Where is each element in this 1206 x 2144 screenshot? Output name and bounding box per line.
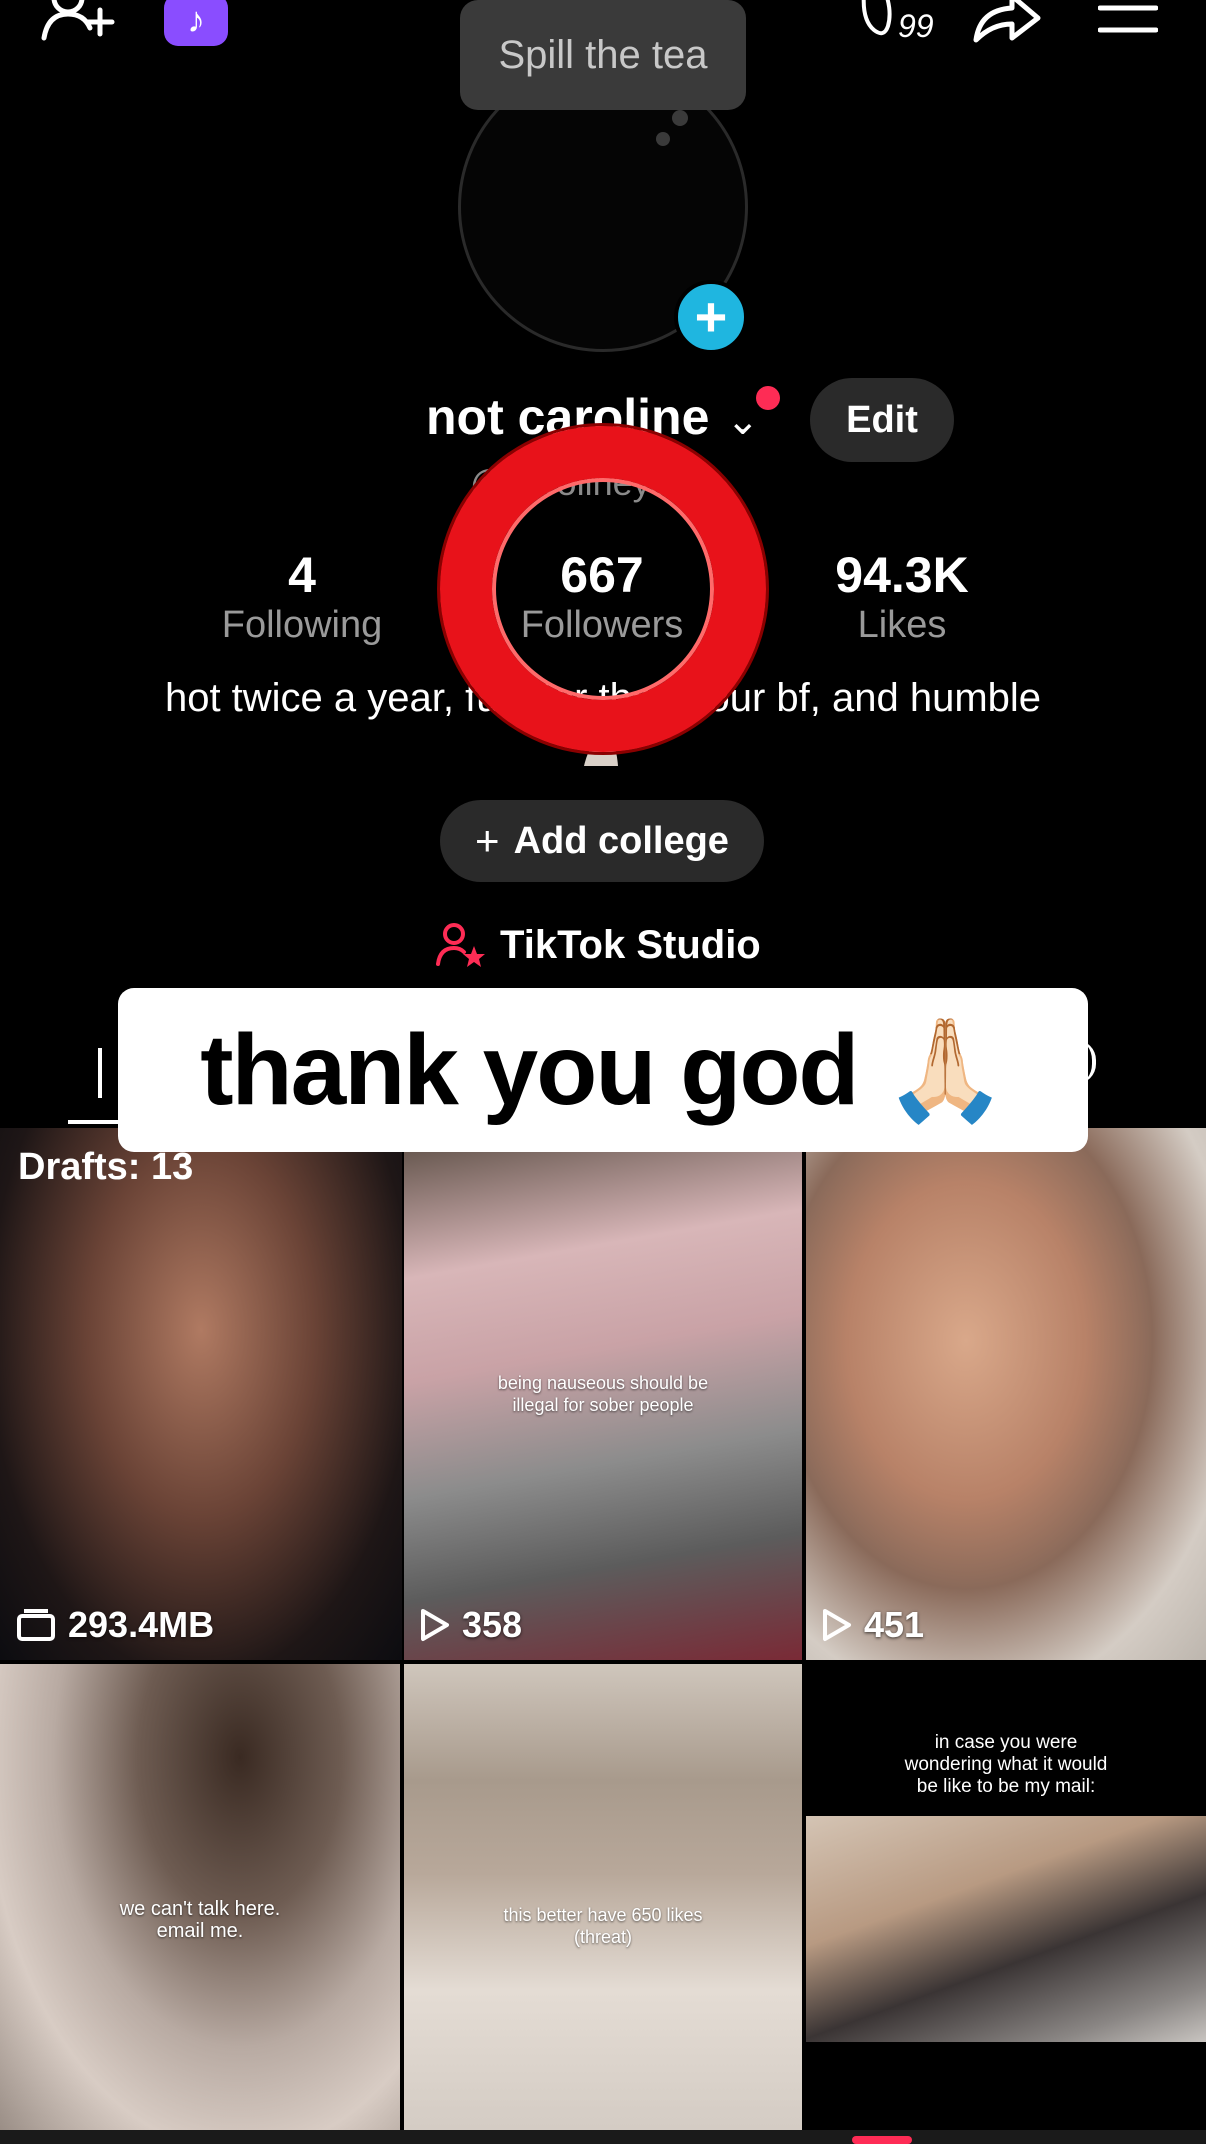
video-tile[interactable]: in case you were wondering what it would… bbox=[806, 1664, 1206, 2130]
edit-profile-button[interactable]: Edit bbox=[810, 378, 954, 462]
tooltip-tail-dot bbox=[656, 132, 670, 146]
video-overlay-text: in case you were wondering what it would… bbox=[904, 1732, 1108, 1797]
share-icon[interactable] bbox=[972, 0, 1042, 46]
view-count: 358 bbox=[420, 1604, 522, 1646]
plus-icon: + bbox=[475, 817, 500, 864]
notification-count: 99 bbox=[898, 8, 934, 44]
bottom-nav-accent bbox=[852, 2136, 912, 2144]
drafts-tile[interactable]: Drafts: 13 293.4MB bbox=[0, 1128, 402, 1660]
view-count: 451 bbox=[822, 1604, 924, 1646]
tiktok-studio-link[interactable]: TikTok Studio bbox=[436, 922, 761, 968]
grid-tab-icon[interactable] bbox=[98, 1048, 106, 1098]
bottom-nav-edge bbox=[0, 2130, 1206, 2144]
add-college-button[interactable]: + Add college bbox=[440, 800, 764, 882]
creator-star-icon bbox=[436, 923, 485, 967]
play-icon bbox=[421, 1609, 449, 1641]
add-avatar-plus-icon[interactable]: + bbox=[674, 280, 748, 354]
add-friend-icon[interactable] bbox=[40, 0, 116, 50]
tooltip-bubble[interactable]: Spill the tea bbox=[460, 0, 746, 110]
drafts-size: 293.4MB bbox=[16, 1604, 214, 1646]
video-thumbnail-image bbox=[806, 1816, 1206, 2042]
add-college-label: Add college bbox=[513, 819, 729, 862]
play-icon bbox=[823, 1609, 851, 1641]
video-tile[interactable]: we can't talk here. email me. bbox=[0, 1664, 400, 2130]
notification-dot bbox=[756, 386, 780, 410]
chevron-down-icon[interactable]: ⌄ bbox=[726, 398, 760, 444]
highlight-ring bbox=[440, 426, 766, 752]
video-tile[interactable]: 451 bbox=[806, 1128, 1206, 1660]
following-label: Following bbox=[221, 604, 383, 646]
likes-label: Likes bbox=[857, 604, 947, 646]
view-count-value: 358 bbox=[462, 1604, 523, 1645]
tiktok-badge-icon[interactable]: ♪ bbox=[164, 0, 228, 46]
video-overlay-text: we can't talk here. email me. bbox=[119, 1898, 281, 1942]
likes-count: 94.3K bbox=[835, 547, 969, 603]
footprint-icon[interactable] bbox=[858, 0, 898, 42]
drafts-count-label: Drafts: 13 bbox=[18, 1146, 194, 1188]
caption-overlay: thank you god 🙏🏻 bbox=[118, 988, 1088, 1152]
menu-icon[interactable] bbox=[1098, 0, 1158, 40]
view-count-value: 451 bbox=[864, 1604, 925, 1645]
video-overlay-text: being nauseous should be illegal for sob… bbox=[497, 1373, 709, 1415]
following-count: 4 bbox=[288, 547, 316, 603]
video-tile[interactable]: being nauseous should be illegal for sob… bbox=[404, 1152, 802, 1660]
tiktok-studio-label: TikTok Studio bbox=[500, 922, 761, 967]
drafts-size-value: 293.4MB bbox=[68, 1604, 215, 1645]
tooltip-tail bbox=[672, 110, 688, 126]
drafts-folder-icon bbox=[17, 1609, 55, 1641]
video-tile[interactable]: this better have 650 likes (threat) bbox=[404, 1664, 802, 2130]
video-overlay-text: this better have 650 likes (threat) bbox=[503, 1905, 703, 1947]
